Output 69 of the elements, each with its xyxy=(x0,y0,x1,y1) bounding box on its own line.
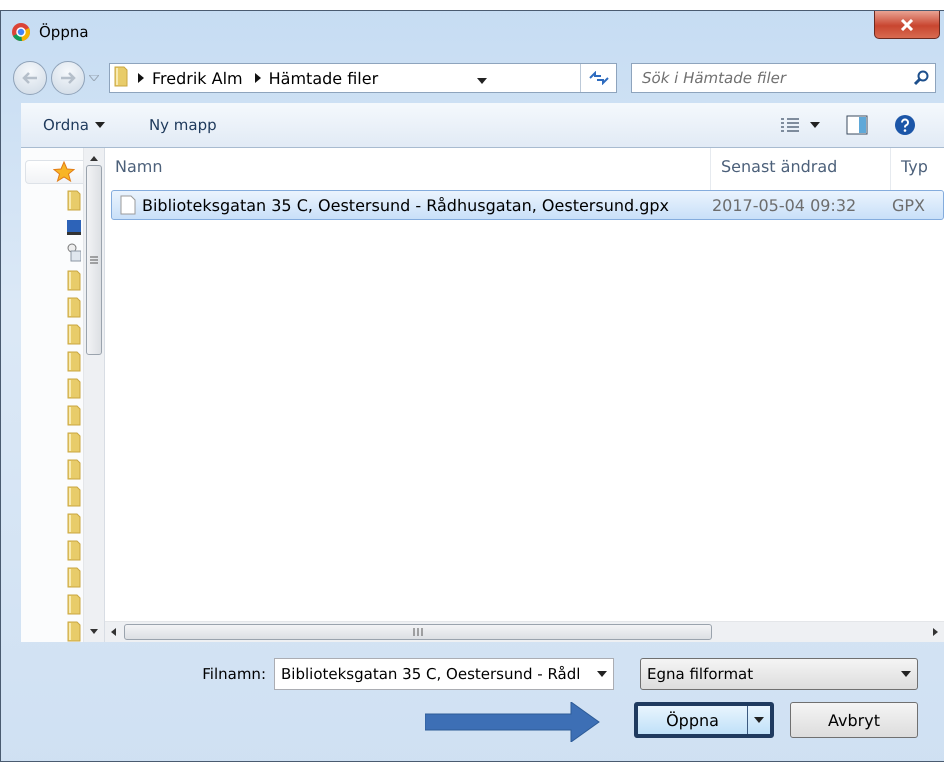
breadcrumb[interactable]: Fredrik Alm xyxy=(132,68,249,88)
downloads-folder-icon xyxy=(114,65,128,87)
folder-icon xyxy=(67,458,81,480)
caret-icon xyxy=(901,671,911,677)
forward-button[interactable] xyxy=(51,61,85,95)
list-view-icon xyxy=(780,117,800,133)
pane-icon xyxy=(846,115,868,135)
filename-field[interactable]: Biblioteksgatan 35 C, Oestersund - Rådl xyxy=(274,658,614,690)
caret-icon xyxy=(597,671,607,677)
folder-icon xyxy=(67,539,81,561)
folder-icon xyxy=(67,350,81,372)
file-row[interactable]: Biblioteksgatan 35 C, Oestersund - Rådhusgatan, Oestersund.gpx 2017-05-04 09:32 GPX xyxy=(111,190,944,220)
window-title: Öppna xyxy=(39,23,89,41)
caret-icon xyxy=(754,717,764,723)
breadcrumb[interactable]: Hämtade filer xyxy=(248,68,384,88)
folder-icon xyxy=(67,431,81,453)
sidebar-scrollbar[interactable] xyxy=(83,148,105,642)
back-button[interactable] xyxy=(13,61,47,95)
filename-label: Filnamn: xyxy=(202,665,266,683)
folder-icon xyxy=(67,404,81,426)
close-icon xyxy=(900,18,914,30)
grip-icon xyxy=(90,256,98,264)
back-arrow-icon xyxy=(22,72,38,84)
folder-icon xyxy=(67,566,81,588)
folder-icon xyxy=(67,512,81,534)
address-bar[interactable]: Fredrik Alm Hämtade filer xyxy=(109,63,617,93)
view-options-button[interactable] xyxy=(780,117,820,133)
folder-icon xyxy=(67,620,81,642)
scroll-right-icon xyxy=(933,628,938,636)
horizontal-scrollbar[interactable] xyxy=(105,621,944,642)
search-icon xyxy=(913,70,929,86)
help-icon xyxy=(894,114,916,136)
refresh-icon xyxy=(588,71,610,85)
chevron-icon xyxy=(254,73,261,83)
file-name: Biblioteksgatan 35 C, Oestersund - Rådhusgatan, Oestersund.gpx xyxy=(141,196,670,214)
close-button[interactable] xyxy=(874,11,940,39)
folder-icon xyxy=(67,269,81,291)
chevron-icon xyxy=(138,73,144,83)
cancel-button[interactable]: Avbryt xyxy=(790,702,918,738)
scroll-left-icon xyxy=(111,628,116,636)
help-button[interactable] xyxy=(894,114,916,136)
downloads-folder-icon xyxy=(67,189,81,211)
favorites-item[interactable] xyxy=(25,160,83,184)
file-icon xyxy=(120,195,136,215)
history-caret-icon[interactable] xyxy=(89,75,99,81)
folder-icon xyxy=(67,323,81,345)
desktop-icon xyxy=(67,218,81,235)
folder-icon xyxy=(67,296,81,318)
address-dropdown-icon xyxy=(477,78,488,84)
star-icon xyxy=(53,161,75,183)
open-button[interactable]: Öppna xyxy=(634,702,774,738)
forward-arrow-icon xyxy=(60,72,76,84)
browser-logo-icon xyxy=(11,22,31,42)
caret-icon xyxy=(810,122,820,128)
file-type: GPX xyxy=(891,196,926,214)
scroll-down-icon xyxy=(90,629,98,634)
toolbar-button[interactable]: Ny mapp xyxy=(148,116,217,134)
file-type-dropdown[interactable]: Egna filformat xyxy=(640,658,918,690)
modified-date: 2017-05-04 09:32 xyxy=(711,196,858,214)
search-field[interactable]: Sök i Hämtade filer xyxy=(642,64,913,92)
grip-icon xyxy=(413,628,423,636)
recent-places-icon xyxy=(67,243,81,264)
folder-icon xyxy=(67,593,81,615)
toolbar-button[interactable]: Ordna xyxy=(43,116,105,134)
scroll-up-icon xyxy=(90,156,98,161)
folder-icon xyxy=(67,377,81,399)
search-box[interactable]: Sök i Hämtade filer xyxy=(631,63,936,93)
folder-icon xyxy=(67,485,81,507)
preview-pane-button[interactable] xyxy=(846,115,868,135)
